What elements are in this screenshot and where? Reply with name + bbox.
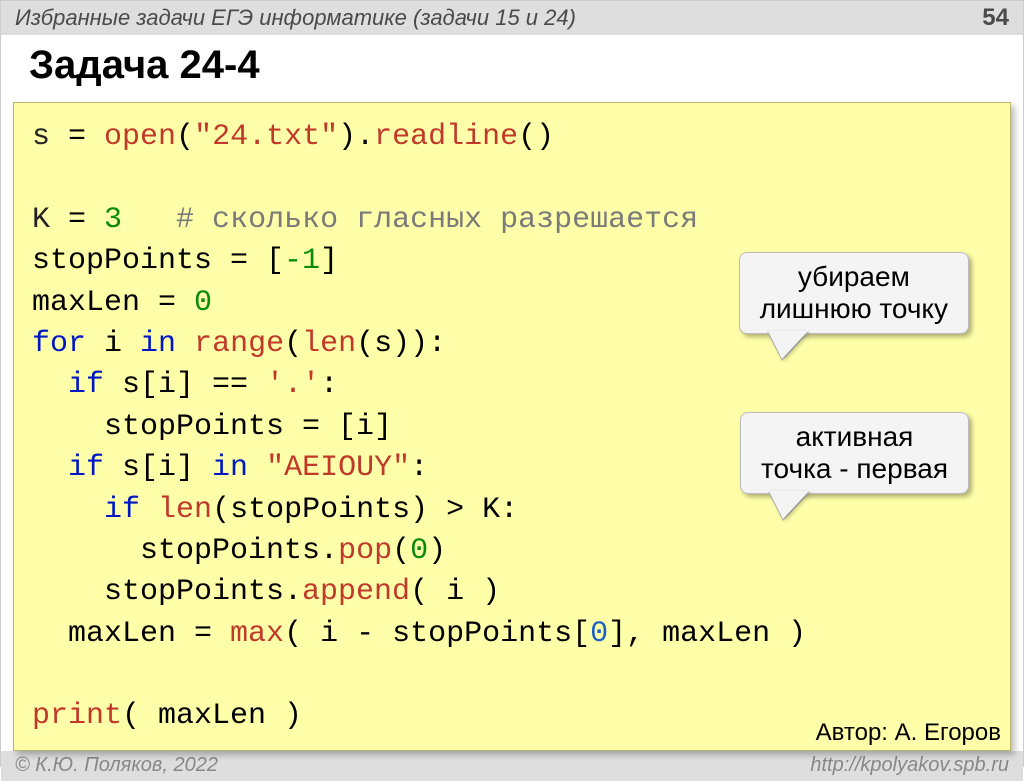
code-text: s[i] == bbox=[104, 368, 266, 402]
code-number: 0 bbox=[194, 286, 212, 320]
code-keyword-in: in bbox=[212, 451, 248, 485]
code-text: ( bbox=[284, 327, 302, 361]
code-number: 3 bbox=[104, 203, 122, 237]
code-text: stopPoints. bbox=[32, 534, 338, 568]
code-func-len: len bbox=[158, 493, 212, 527]
code-keyword-for: for bbox=[32, 327, 86, 361]
code-func-readline: readline bbox=[374, 120, 518, 154]
code-keyword-in: in bbox=[140, 327, 176, 361]
code-text: = bbox=[50, 120, 104, 154]
code-func-open: open bbox=[104, 120, 176, 154]
footer-bar: © К.Ю. Поляков, 2022 http://kpolyakov.sp… bbox=[1, 751, 1023, 781]
code-text bbox=[176, 327, 194, 361]
code-func-append: append bbox=[302, 575, 410, 609]
code-keyword-if: if bbox=[32, 493, 140, 527]
code-text: ( i - stopPoints[ bbox=[284, 617, 590, 651]
code-func-pop: pop bbox=[338, 534, 392, 568]
code-text: ( bbox=[176, 120, 194, 154]
code-text: (stopPoints) > K: bbox=[212, 493, 518, 527]
code-text: : bbox=[410, 451, 428, 485]
author-label: Автор: А. Егоров bbox=[816, 719, 1001, 747]
slide: Избранные задачи ЕГЭ информатике (задачи… bbox=[0, 0, 1024, 767]
code-text: stopPoints = [i] bbox=[32, 410, 392, 444]
code-text: ). bbox=[338, 120, 374, 154]
callout-remove-point: убираем лишнюю точку bbox=[739, 252, 969, 334]
header-subtitle: Избранные задачи ЕГЭ информатике (задачи… bbox=[15, 5, 576, 31]
code-comment: # сколько гласных разрешается bbox=[122, 203, 698, 237]
code-func-print: print bbox=[32, 699, 122, 733]
callout-active-point: активная точка - первая bbox=[740, 412, 969, 494]
code-text: maxLen = bbox=[32, 286, 194, 320]
code-keyword-if: if bbox=[32, 451, 104, 485]
code-text: K bbox=[32, 203, 50, 237]
code-string: "AEIOUY" bbox=[266, 451, 410, 485]
code-func-max: max bbox=[230, 617, 284, 651]
code-text: ], maxLen ) bbox=[608, 617, 806, 651]
code-text: () bbox=[518, 120, 554, 154]
code-text: stopPoints. bbox=[32, 575, 302, 609]
code-text bbox=[248, 451, 266, 485]
code-func-len: len bbox=[302, 327, 356, 361]
code-text: ( i ) bbox=[410, 575, 500, 609]
code-func-range: range bbox=[194, 327, 284, 361]
code-text: s bbox=[32, 120, 50, 154]
code-text: maxLen = bbox=[32, 617, 230, 651]
code-text: ) bbox=[428, 534, 446, 568]
page-number: 54 bbox=[982, 4, 1009, 32]
slide-title: Задача 24-4 bbox=[1, 35, 1023, 94]
code-text: ] bbox=[320, 244, 338, 278]
code-text bbox=[140, 493, 158, 527]
code-number: -1 bbox=[284, 244, 320, 278]
callout-text: точка - первая bbox=[761, 453, 948, 484]
code-text: s[i] bbox=[104, 451, 212, 485]
footer-url: http://kpolyakov.spb.ru bbox=[810, 754, 1009, 777]
footer-copyright: © К.Ю. Поляков, 2022 bbox=[15, 754, 218, 777]
callout-text: активная bbox=[796, 421, 914, 452]
code-text: i bbox=[86, 327, 140, 361]
callout-text: лишнюю точку bbox=[760, 293, 948, 324]
code-text: ( bbox=[392, 534, 410, 568]
code-text: ( maxLen ) bbox=[122, 699, 302, 733]
code-text: (s)): bbox=[356, 327, 446, 361]
code-number: 0 bbox=[590, 617, 608, 651]
callout-text: убираем bbox=[798, 261, 910, 292]
code-keyword-if: if bbox=[32, 368, 104, 402]
code-number: 0 bbox=[410, 534, 428, 568]
main-area: s = open("24.txt").readline() K = 3 # ск… bbox=[1, 102, 1023, 751]
header-bar: Избранные задачи ЕГЭ информатике (задачи… bbox=[1, 1, 1023, 35]
code-string: '.' bbox=[266, 368, 320, 402]
code-text: stopPoints = [ bbox=[32, 244, 284, 278]
code-string: "24.txt" bbox=[194, 120, 338, 154]
code-text: = bbox=[50, 203, 104, 237]
code-text: : bbox=[320, 368, 338, 402]
